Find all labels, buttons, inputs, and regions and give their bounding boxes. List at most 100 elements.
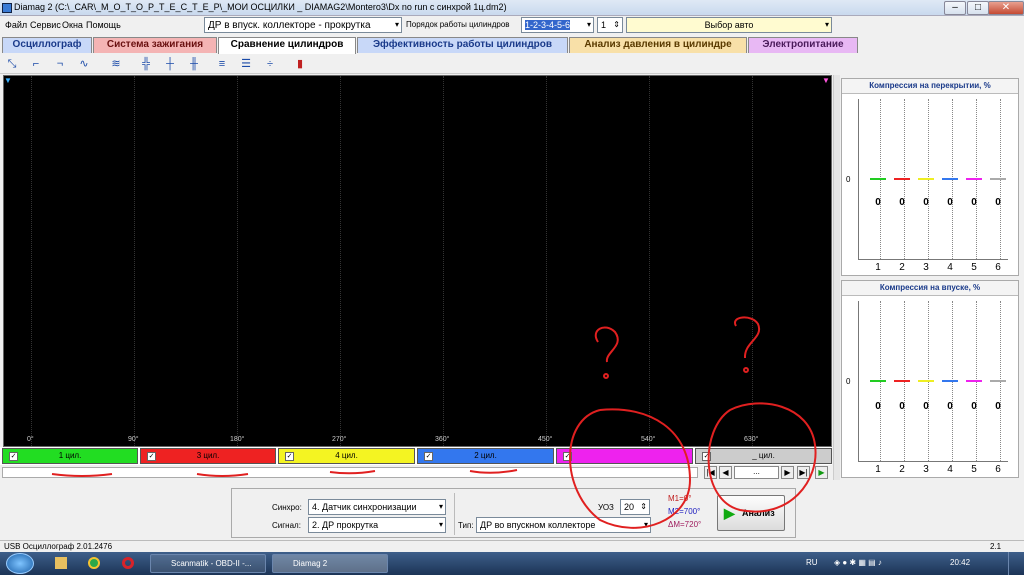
oscilloscope-view[interactable]: ▼ ▼ 0° 90° 180° 270° 360° 450° 540° 630° [3, 75, 832, 448]
marker-icon[interactable]: ┼ [162, 56, 178, 72]
grid-icon[interactable]: ≡ [214, 56, 230, 72]
uoz-stepper[interactable]: 20 ⇕ [620, 499, 650, 515]
cylinder-4-level [942, 178, 958, 180]
grid-line [31, 76, 32, 448]
checkbox-icon[interactable]: ✓ [563, 452, 572, 461]
task-scanmatik[interactable]: Scanmatik - OBD-II -... [150, 554, 266, 573]
cylinder-2-toggle[interactable]: ✓ 2 цил. [417, 448, 554, 464]
cylinder-5-level [966, 380, 982, 382]
last-page-icon[interactable]: ▶| [797, 466, 810, 479]
value-label: 0 [875, 197, 881, 208]
mode-select[interactable]: ДР в впуск. коллекторе - прокрутка ▾ [204, 17, 402, 33]
grid-line [443, 76, 444, 448]
tab-bar: Осциллограф Система зажигания Сравнение … [0, 37, 860, 54]
fall-edge-icon[interactable]: ¬ [52, 56, 68, 72]
cylinder-stepper-value: 1 [601, 20, 607, 30]
stack-icon[interactable]: ≋ [108, 56, 124, 72]
menu-service[interactable]: Сервис [30, 20, 61, 30]
sync-select[interactable]: 4. Датчик синхронизации ▾ [308, 499, 446, 515]
cylinder-2-level [894, 380, 910, 382]
firing-order-select[interactable]: 1-2-3-4-5-6 ▾ [521, 17, 594, 33]
cylinder-6-level [990, 178, 1006, 180]
cylinder-label: 2 цил. [474, 451, 497, 460]
cursor-pair-icon[interactable]: ╬ [138, 56, 154, 72]
minimize-button[interactable]: – [944, 1, 966, 15]
cylinder-6-toggle[interactable]: ✓ _ цил. [695, 448, 832, 464]
delta-readout: ΔM=720° [668, 520, 702, 529]
play-icon[interactable]: ▶ [815, 466, 828, 479]
next-page-icon[interactable]: ▶ [781, 466, 794, 479]
cylinder-4-toggle[interactable]: ✓ 4 цил. [278, 448, 415, 464]
first-page-icon[interactable]: |◀ [704, 466, 717, 479]
column-label: 4 [947, 262, 953, 273]
status-right: 2.1 [990, 542, 1002, 551]
analyze-button[interactable]: ▶ Анализ [717, 495, 785, 531]
title-bar: Diamag 2 (C:\_CAR\_М_О_Т_О_Р_Т_Е_С_Т_Е_Р… [0, 0, 1024, 16]
cylinder-1-toggle[interactable]: ✓ 1 цил. [2, 448, 138, 464]
column-label: 1 [875, 464, 881, 475]
vertical-scrollbar[interactable] [833, 75, 840, 480]
close-button[interactable]: ✕ [988, 1, 1024, 15]
right-marker-icon[interactable]: ▼ [822, 76, 830, 85]
rise-edge-icon[interactable]: ⌐ [28, 56, 44, 72]
page-field[interactable]: ... [734, 466, 779, 479]
horizontal-scrollbar[interactable] [2, 467, 698, 478]
cylinder-5-toggle[interactable]: ✓ [556, 448, 693, 464]
firing-order-value: 1-2-3-4-5-6 [525, 20, 571, 30]
left-marker-icon[interactable]: ▼ [4, 76, 12, 85]
chrome-icon[interactable] [88, 557, 100, 569]
show-desktop-button[interactable] [1008, 552, 1022, 575]
start-button[interactable] [6, 553, 34, 574]
auto-select[interactable]: Выбор авто ▾ [626, 17, 832, 33]
settings-panel: Синхро: 4. Датчик синхронизации ▾ Сигнал:… [231, 488, 796, 538]
type-select[interactable]: ДР во впускном коллекторе ▾ [476, 517, 651, 533]
menu-windows[interactable]: Окна [62, 20, 83, 30]
cylinder-3-toggle[interactable]: ✓ 3 цил. [140, 448, 276, 464]
maximize-button[interactable]: □ [967, 1, 989, 15]
overlap-compression-panel: Компрессия на перекрытии, % 0 0 0 0 0 0 … [841, 78, 1019, 276]
task-diamag[interactable]: Diamag 2 [272, 554, 388, 573]
opera-icon[interactable] [122, 557, 134, 569]
cylinder-stepper[interactable]: 1 ⇕ [597, 17, 623, 33]
divide-icon[interactable]: ÷ [262, 56, 278, 72]
prev-page-icon[interactable]: ◀ [719, 466, 732, 479]
window-title: Diamag 2 (C:\_CAR\_М_О_Т_О_Р_Т_Е_С_Т_Е_Р… [14, 2, 507, 12]
axis-zero-label: 0 [846, 175, 851, 184]
language-indicator[interactable]: RU [806, 558, 818, 567]
cylinder-3-level [918, 178, 934, 180]
tab-power[interactable]: Электропитание [748, 37, 858, 53]
menu-help[interactable]: Помощь [86, 20, 121, 30]
m1-readout: M1=0° [668, 494, 692, 503]
cursor-icon[interactable]: ⤡ [4, 56, 20, 72]
chart-icon[interactable]: ▮ [292, 56, 308, 72]
signal-select-value: 2. ДР прокрутка [312, 520, 379, 530]
column-label: 4 [947, 464, 953, 475]
tab-cylinder-efficiency[interactable]: Эффективность работы цилиндров [357, 37, 568, 53]
lines-icon[interactable]: ☰ [238, 56, 254, 72]
degree-label: 360° [435, 436, 450, 443]
sync-select-value: 4. Датчик синхронизации [312, 502, 417, 512]
status-left: USB Осциллограф 2.01.2476 [4, 542, 113, 551]
grid-line [340, 76, 341, 448]
value-label: 0 [971, 197, 977, 208]
level-icon[interactable]: ╫ [186, 56, 202, 72]
type-select-value: ДР во впускном коллекторе [480, 520, 596, 530]
cylinder-2-level [894, 178, 910, 180]
chevron-down-icon: ▾ [643, 520, 648, 529]
x-axis [858, 461, 1008, 462]
clock[interactable]: 20:42 [950, 558, 970, 567]
tab-oscilloscope[interactable]: Осциллограф [2, 37, 92, 53]
folder-icon[interactable] [55, 557, 67, 569]
menu-file[interactable]: Файл [5, 20, 27, 30]
signal-select[interactable]: 2. ДР прокрутка ▾ [308, 517, 446, 533]
chevron-down-icon: ▾ [438, 502, 443, 511]
cylinder-3-level [918, 380, 934, 382]
cylinder-label: 1 цил. [58, 451, 82, 460]
degree-label: 90° [128, 436, 139, 443]
tray-icons[interactable]: ◈ ● ✱ ▦ ▤ ♪ [834, 558, 882, 567]
tab-cylinder-compare[interactable]: Сравнение цилиндров [218, 37, 356, 54]
tab-pressure-analysis[interactable]: Анализ давления в цилиндре [569, 37, 747, 53]
tab-ignition[interactable]: Система зажигания [93, 37, 217, 53]
value-label: 0 [899, 401, 905, 412]
wave-icon[interactable]: ∿ [76, 56, 92, 72]
